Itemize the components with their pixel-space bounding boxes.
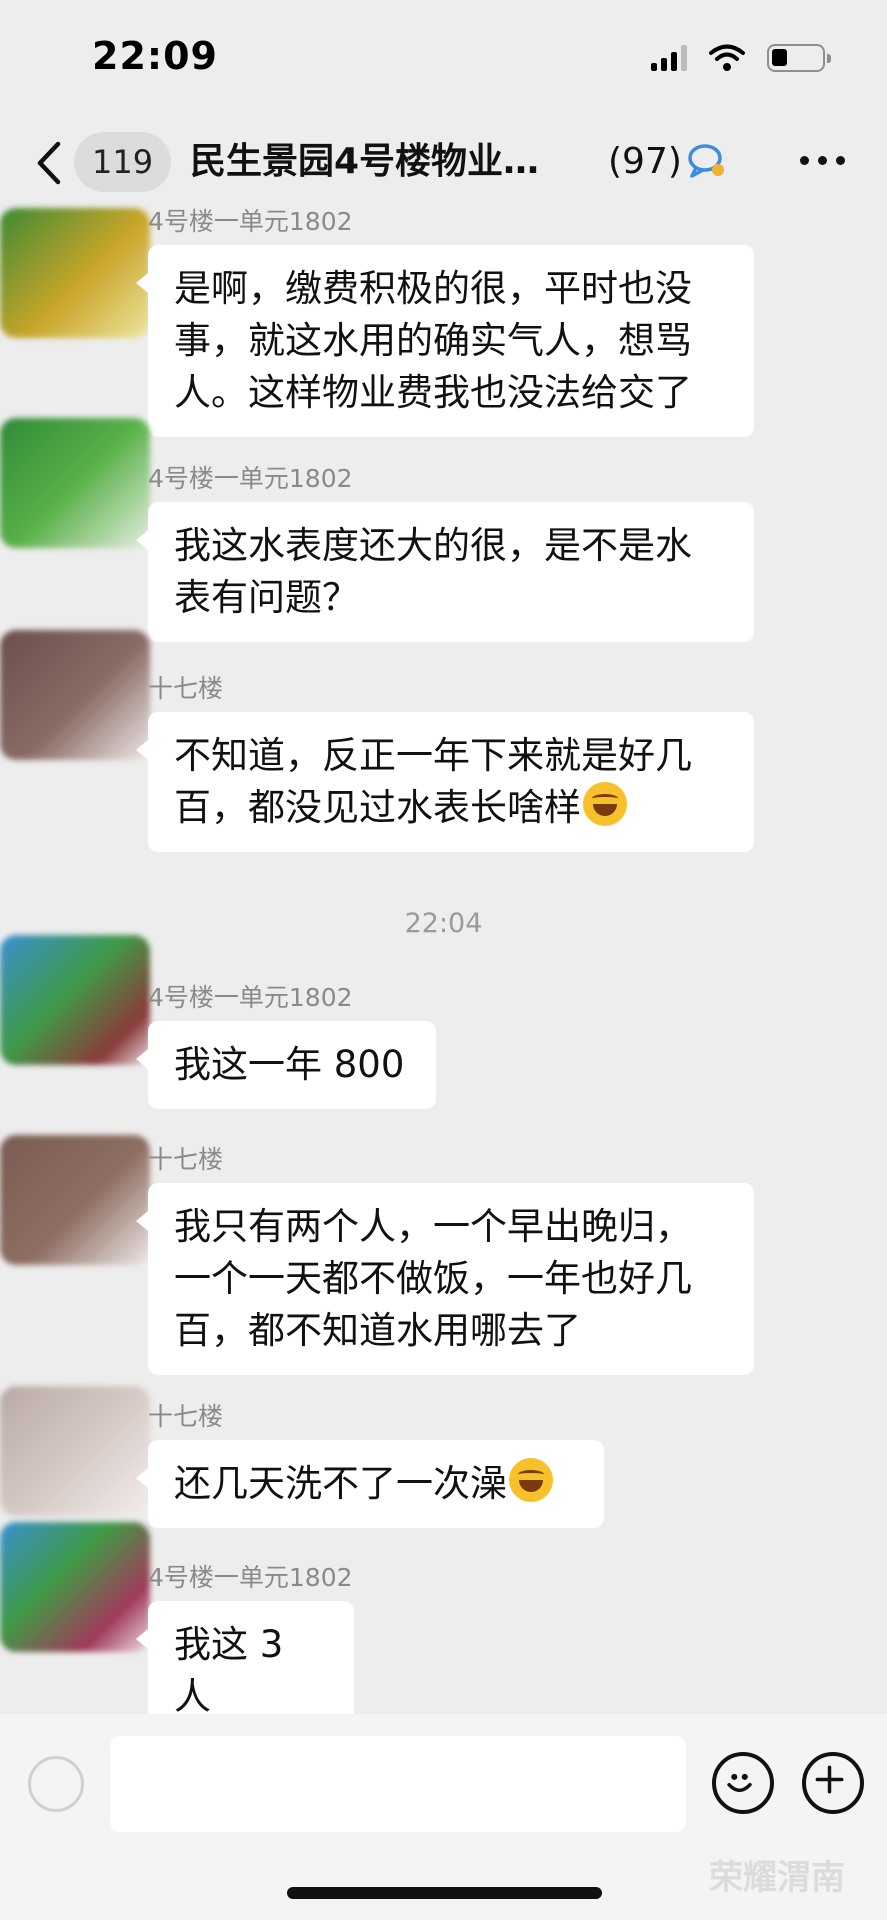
- avatar[interactable]: [0, 1522, 150, 1652]
- voice-input-icon[interactable]: [28, 1756, 84, 1812]
- sender-name: 4号楼一单元1802: [148, 983, 353, 1012]
- avatar[interactable]: [0, 935, 150, 1065]
- message-input[interactable]: [110, 1736, 686, 1832]
- message-bubble[interactable]: 我只有两个人，一个早出晚归，一个一天都不做饭，一年也好几百，都不知道水用哪去了: [136, 1183, 754, 1375]
- member-count: (97): [608, 141, 682, 182]
- sender-name: 十七楼: [148, 1402, 224, 1431]
- unread-count-badge[interactable]: 119: [74, 132, 172, 192]
- tears-of-joy-emoji-icon: [509, 1458, 553, 1502]
- back-chevron-icon[interactable]: [30, 138, 70, 188]
- sender-name: 4号楼一单元1802: [148, 464, 353, 493]
- message-bubble[interactable]: 我这一年 800: [136, 1021, 436, 1109]
- sender-name: 4号楼一单元1802: [148, 1563, 353, 1592]
- avatar[interactable]: [0, 418, 150, 548]
- nav-bar: 119 民生景园4号楼物业… (97): [0, 118, 887, 210]
- avatar[interactable]: [0, 1386, 150, 1516]
- chat-title: 民生景园4号楼物业…: [190, 141, 540, 182]
- chat-screen: 22:09 119 民生景园4号楼物业… (97) 4号楼一单元1802 是啊，…: [0, 0, 887, 1920]
- message-bubble[interactable]: 我这水表度还大的很，是不是水表有问题？: [136, 502, 754, 642]
- watermark: 荣耀渭南: [709, 1858, 845, 1898]
- home-indicator[interactable]: [287, 1887, 602, 1899]
- chat-bubble-icon[interactable]: [686, 140, 728, 182]
- avatar[interactable]: [0, 208, 150, 338]
- rolling-laughing-emoji-icon: [583, 782, 627, 826]
- message-bubble[interactable]: 是啊，缴费积极的很，平时也没事，就这水用的确实气人，想骂人。这样物业费我也没法给…: [136, 245, 754, 437]
- message-bubble[interactable]: 不知道，反正一年下来就是好几百，都没见过水表长啥样: [136, 712, 754, 852]
- status-icons: [651, 44, 831, 72]
- avatar[interactable]: [0, 630, 150, 760]
- status-time: 22:09: [92, 34, 218, 78]
- status-bar: 22:09: [0, 0, 887, 118]
- avatar[interactable]: [0, 1135, 150, 1265]
- wifi-icon: [709, 44, 745, 71]
- plus-button-icon[interactable]: [802, 1752, 864, 1814]
- sender-name: 十七楼: [148, 1145, 224, 1174]
- signal-icon: [651, 45, 687, 71]
- more-options-icon[interactable]: [800, 156, 845, 165]
- sender-name: 4号楼一单元1802: [148, 207, 353, 236]
- emoji-button-icon[interactable]: [712, 1752, 774, 1814]
- battery-icon: [767, 44, 831, 72]
- message-bubble[interactable]: 还几天洗不了一次澡: [136, 1440, 604, 1528]
- sender-name: 十七楼: [148, 674, 224, 703]
- message-text: 还几天洗不了一次澡: [174, 1462, 507, 1505]
